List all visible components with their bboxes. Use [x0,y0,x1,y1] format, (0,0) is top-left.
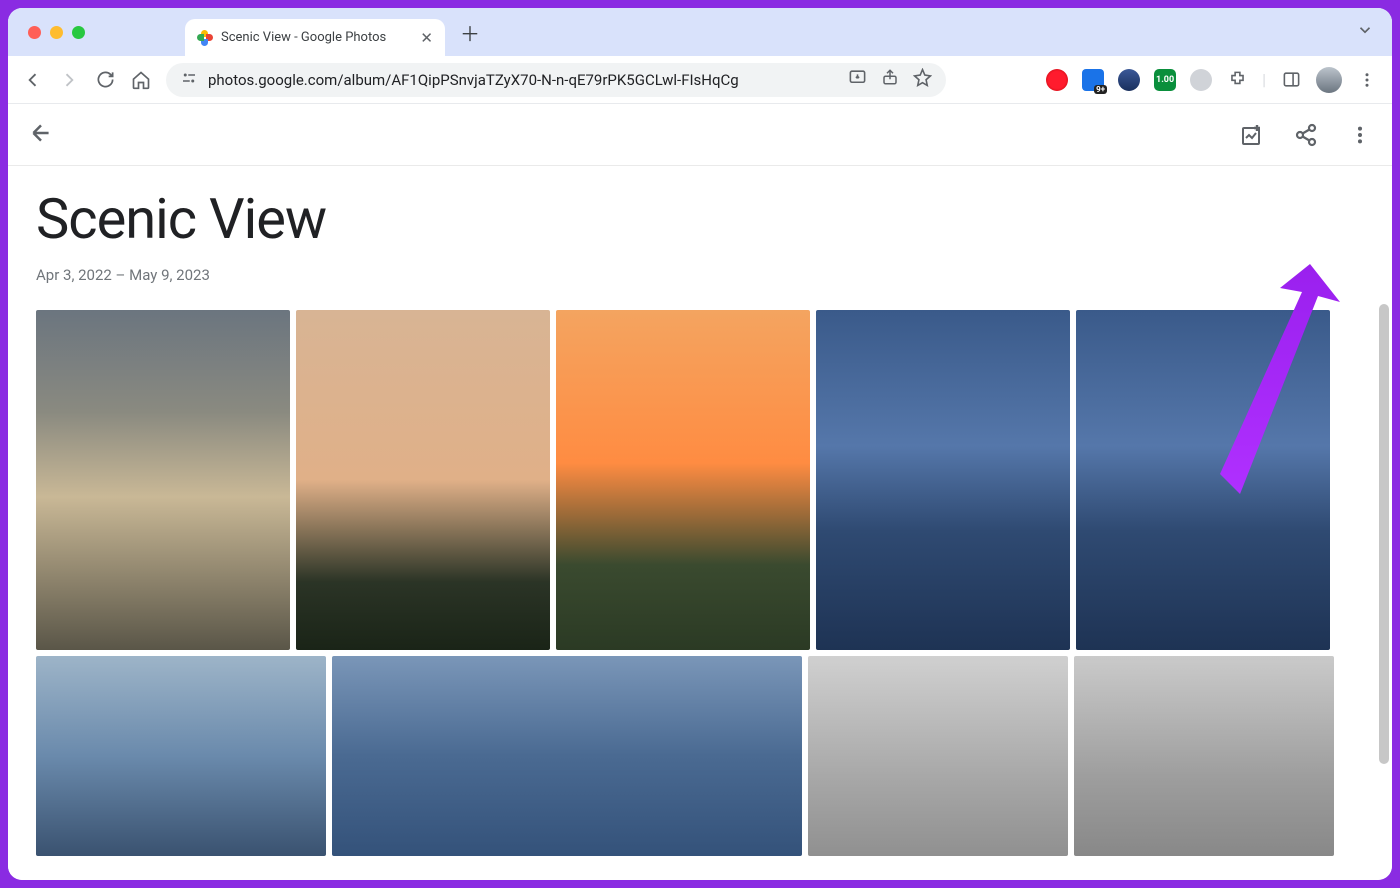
extension-blue-icon[interactable] [1082,69,1104,91]
share-button[interactable] [1294,123,1318,147]
photo-thumbnail[interactable] [36,310,290,650]
extension-grey-icon[interactable] [1190,69,1212,91]
bookmark-icon[interactable] [913,68,932,91]
browser-toolbar: photos.google.com/album/AF1QipPSnvjaTZyX… [8,56,1392,104]
maximize-window-button[interactable] [72,26,85,39]
album-title: Scenic View [36,186,1364,252]
profile-avatar[interactable] [1316,67,1342,93]
album-date-range: Apr 3, 2022 – May 9, 2023 [36,266,1364,284]
install-app-icon[interactable] [848,68,867,91]
forward-button[interactable] [58,69,80,91]
photo-thumbnail[interactable] [1074,656,1334,856]
close-tab-icon[interactable]: ✕ [420,29,433,47]
photo-grid [36,310,1364,650]
add-photos-button[interactable] [1240,123,1264,147]
album-actions [1240,123,1372,147]
address-bar[interactable]: photos.google.com/album/AF1QipPSnvjaTZyX… [166,63,946,97]
page-content: Scenic View Apr 3, 2022 – May 9, 2023 [8,104,1392,880]
extension-opera-icon[interactable] [1046,69,1068,91]
tab-title: Scenic View - Google Photos [221,30,386,45]
album-body: Scenic View Apr 3, 2022 – May 9, 2023 [8,166,1392,880]
album-back-button[interactable] [28,120,54,150]
reload-button[interactable] [94,69,116,91]
photo-thumbnail[interactable] [556,310,810,650]
chrome-menu-button[interactable] [1356,69,1378,91]
photo-thumbnail[interactable] [296,310,550,650]
back-button[interactable] [22,69,44,91]
extension-green-icon[interactable]: 1.00 [1154,69,1176,91]
minimize-window-button[interactable] [50,26,63,39]
new-tab-button[interactable]: ＋ [455,17,485,47]
share-page-icon[interactable] [881,68,899,91]
photo-thumbnail[interactable] [808,656,1068,856]
home-button[interactable] [130,69,152,91]
tab-search-button[interactable] [1356,21,1374,43]
browser-tab[interactable]: Scenic View - Google Photos ✕ [185,19,445,56]
photo-grid-row [36,656,1364,856]
extensions-area: 1.00 | [1046,67,1378,93]
tab-strip: Scenic View - Google Photos ✕ ＋ [8,8,1392,56]
url-text: photos.google.com/album/AF1QipPSnvjaTZyX… [208,71,739,89]
window-controls [28,26,85,39]
album-toolbar [8,104,1392,166]
photo-thumbnail[interactable] [1076,310,1330,650]
site-settings-icon[interactable] [180,69,198,91]
more-options-button[interactable] [1348,123,1372,147]
side-panel-button[interactable] [1280,69,1302,91]
photo-thumbnail[interactable] [816,310,1070,650]
extension-controller-icon[interactable] [1118,69,1140,91]
extensions-button[interactable] [1226,69,1248,91]
photo-thumbnail[interactable] [36,656,326,856]
browser-window: Scenic View - Google Photos ✕ ＋ photos.g… [8,8,1392,880]
photo-thumbnail[interactable] [332,656,802,856]
google-photos-favicon-icon [197,30,213,46]
scrollbar[interactable] [1379,304,1389,764]
close-window-button[interactable] [28,26,41,39]
